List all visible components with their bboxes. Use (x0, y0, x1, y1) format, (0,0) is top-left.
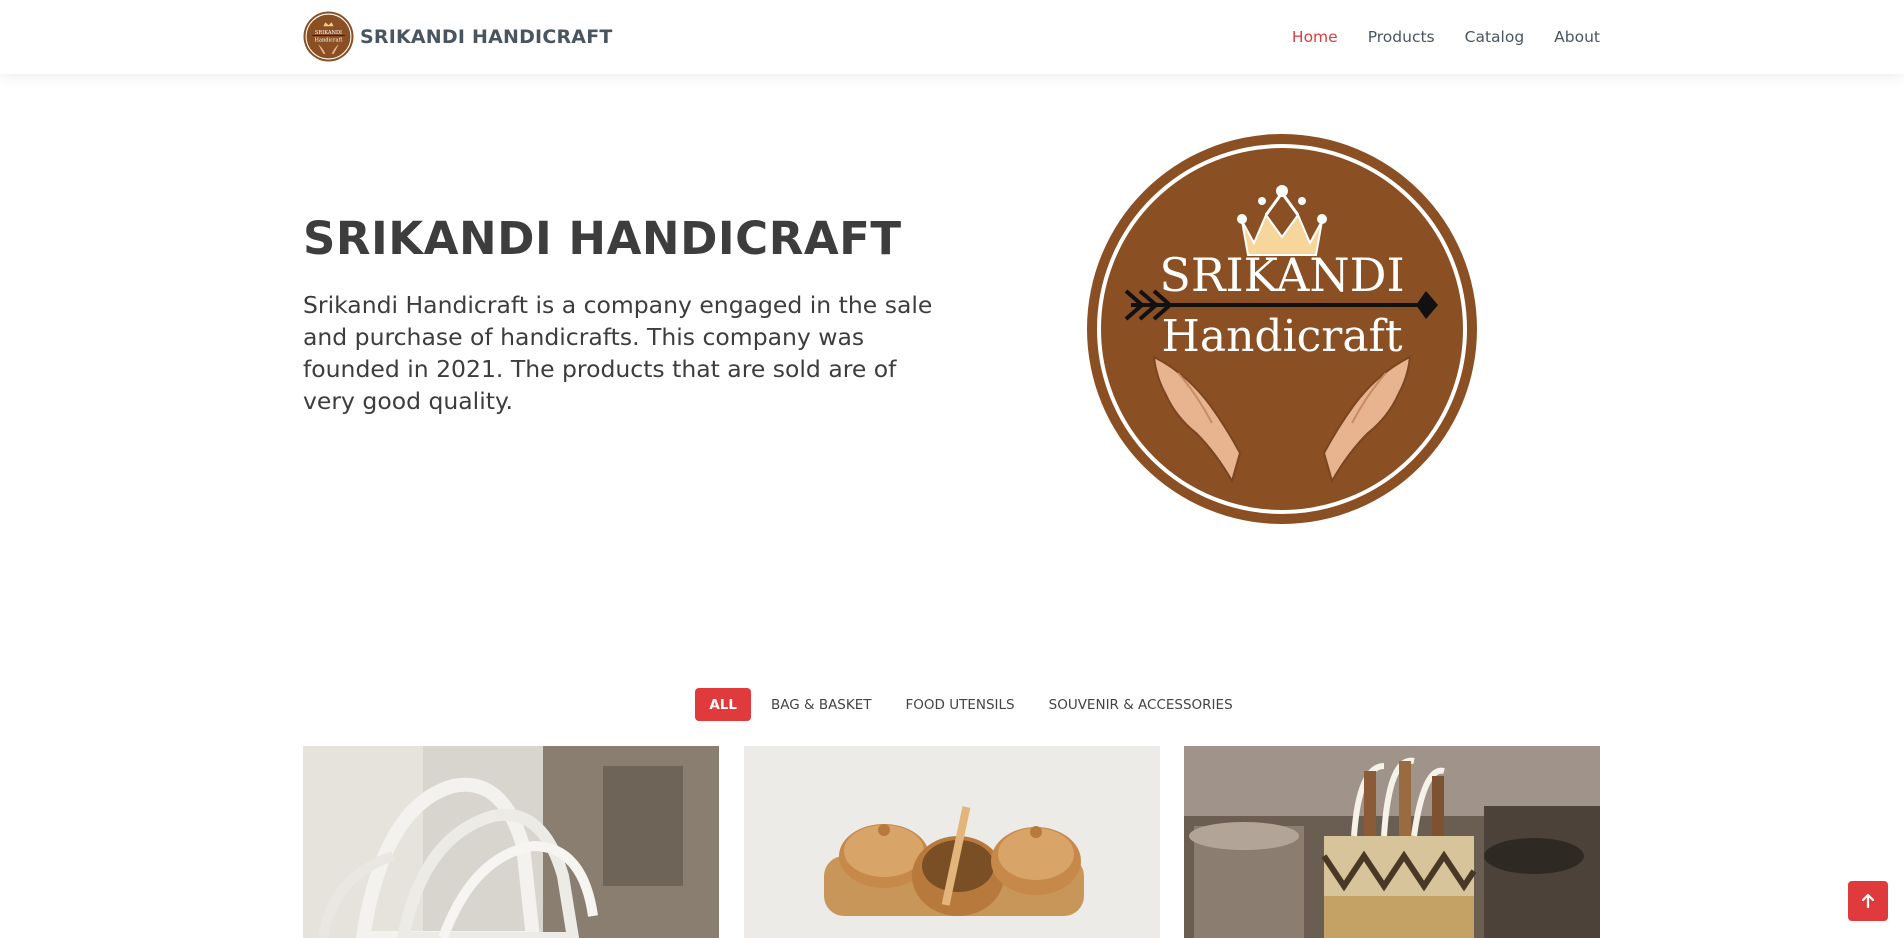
woven-basket-photo (1184, 746, 1600, 938)
product-card-3[interactable] (1184, 746, 1600, 938)
nav-about[interactable]: About (1554, 28, 1600, 46)
site-header: SRIKANDI Handicraft SRIKANDI HANDICRAFT … (0, 0, 1904, 74)
svg-text:Handicraft: Handicraft (315, 38, 343, 44)
product-filters: ALL BAG & BASKET FOOD UTENSILS SOUVENIR … (0, 688, 1904, 721)
nav-home[interactable]: Home (1292, 28, 1338, 46)
filter-all[interactable]: ALL (695, 688, 751, 721)
arrow-up-icon (1861, 893, 1875, 909)
filter-bag-basket[interactable]: BAG & BASKET (757, 688, 886, 721)
product-card-2[interactable] (744, 746, 1160, 938)
product-card-1[interactable] (303, 746, 719, 938)
brand-name[interactable]: SRIKANDI HANDICRAFT (360, 26, 613, 48)
brand-logo[interactable]: SRIKANDI Handicraft (303, 11, 354, 62)
brand[interactable]: SRIKANDI Handicraft SRIKANDI HANDICRAFT (303, 11, 613, 62)
white-woven-bags-photo (303, 746, 719, 938)
nav-products[interactable]: Products (1368, 28, 1435, 46)
main-nav: Home Products Catalog About (1292, 0, 1600, 74)
nav-catalog[interactable]: Catalog (1465, 28, 1525, 46)
hero-title: SRIKANDI HANDICRAFT (303, 212, 902, 265)
hero-logo: SRIKANDI Handicraft (1087, 134, 1477, 524)
wooden-jars-photo (744, 746, 1160, 938)
hero-description: Srikandi Handicraft is a company engaged… (303, 291, 933, 415)
filter-food-utensils[interactable]: FOOD UTENSILS (892, 688, 1029, 721)
svg-text:SRIKANDI: SRIKANDI (315, 30, 342, 36)
filter-souvenir-accessories[interactable]: SOUVENIR & ACCESSORIES (1035, 688, 1247, 721)
logo-text-line1: SRIKANDI (1159, 248, 1404, 302)
logo-text-line2: Handicraft (1161, 311, 1402, 362)
back-to-top-button[interactable] (1848, 881, 1888, 921)
